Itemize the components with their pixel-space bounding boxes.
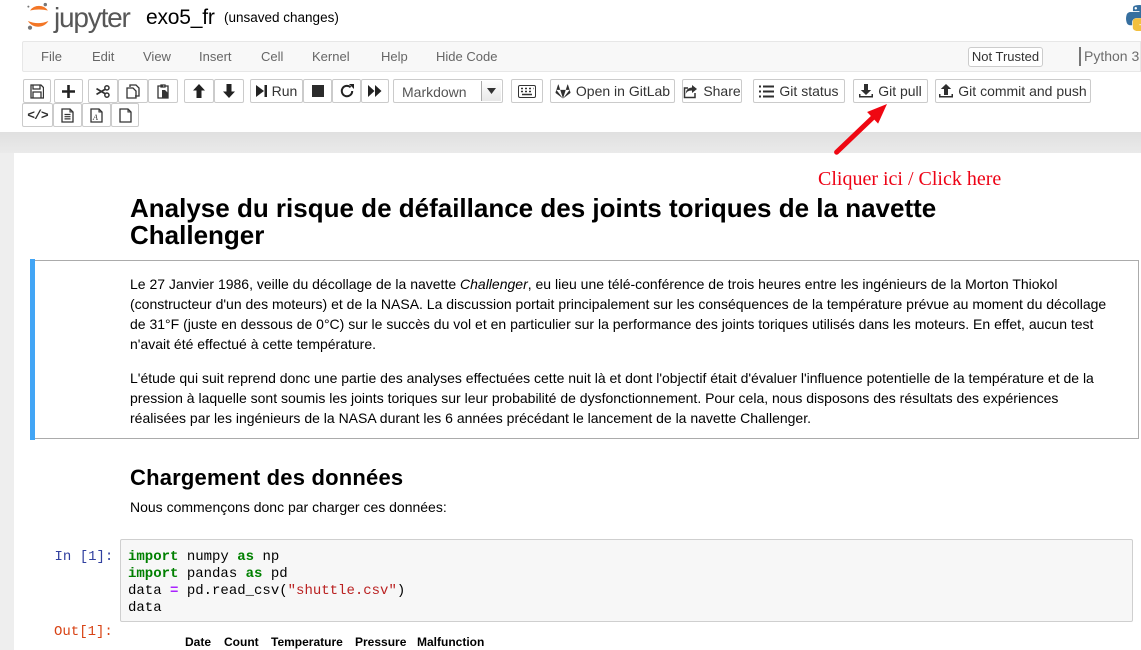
svg-text:A: A <box>92 113 98 122</box>
